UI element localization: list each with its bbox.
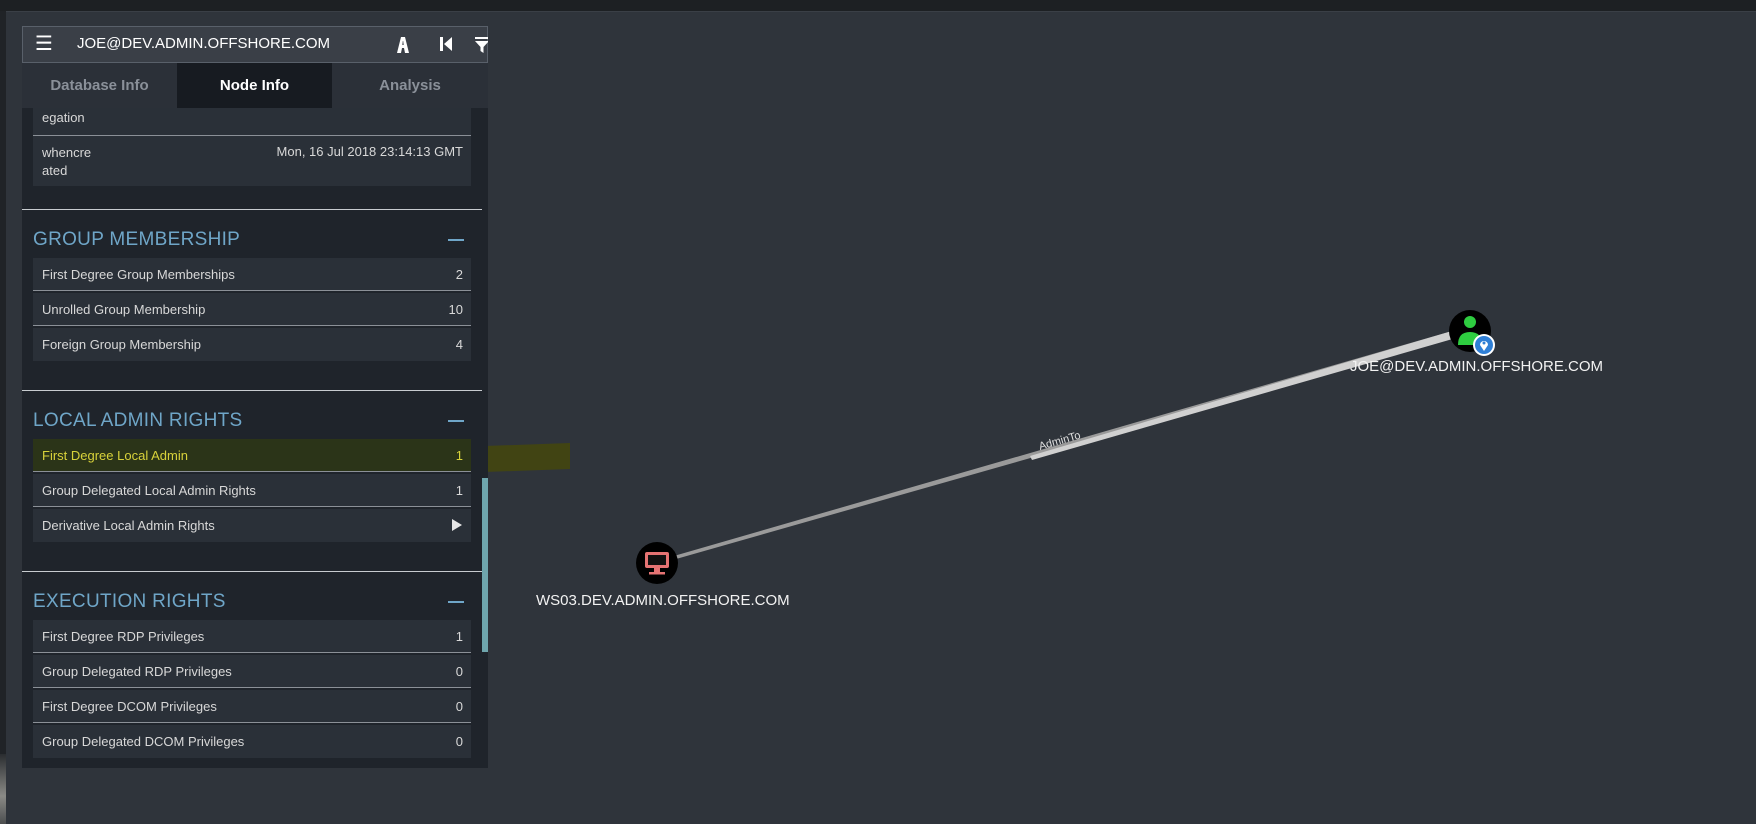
row-label: First Degree RDP Privileges — [42, 629, 205, 644]
computer-node[interactable] — [636, 542, 678, 584]
row-count: 10 — [448, 302, 463, 317]
sidebar-panel: ☰ JOE@DEV.ADMIN.OFFSHORE.COM Database In… — [22, 26, 488, 768]
list-item-first-degree-local-admin[interactable]: First Degree Local Admin 1 — [33, 439, 471, 472]
collapse-icon[interactable] — [448, 239, 464, 241]
scrollbar-track[interactable] — [482, 108, 488, 768]
search-input[interactable]: JOE@DEV.ADMIN.OFFSHORE.COM — [67, 29, 369, 59]
section-divider — [22, 571, 482, 572]
section-title-local-admin-rights: LOCAL ADMIN RIGHTS — [33, 410, 243, 431]
list-item-group-delegated-dcom-privileges[interactable]: Group Delegated DCOM Privileges 0 — [33, 725, 471, 758]
property-key: egation — [42, 110, 85, 125]
collapse-icon[interactable] — [448, 601, 464, 603]
row-count: 1 — [455, 448, 463, 463]
window-top-bar — [0, 0, 1756, 12]
search-bar: ☰ JOE@DEV.ADMIN.OFFSHORE.COM — [22, 26, 488, 63]
desktop-wallpaper — [0, 754, 6, 824]
row-label: Unrolled Group Membership — [42, 302, 206, 317]
user-node[interactable] — [1449, 310, 1495, 356]
row-label: Derivative Local Admin Rights — [42, 518, 215, 533]
row-count: 0 — [455, 699, 463, 714]
node-info-content[interactable]: egation whencreated Mon, 16 Jul 2018 23:… — [22, 108, 482, 768]
row-label: First Degree Group Memberships — [42, 267, 235, 282]
tab-database-info[interactable]: Database Info — [22, 63, 177, 108]
pin-icon — [1473, 334, 1495, 356]
row-label: Group Delegated RDP Privileges — [42, 664, 232, 679]
back-icon[interactable] — [432, 31, 460, 59]
filter-icon[interactable] — [475, 31, 488, 59]
user-icon — [1458, 316, 1482, 345]
row-label: First Degree DCOM Privileges — [42, 699, 217, 714]
section-title-group-membership: GROUP MEMBERSHIP — [33, 229, 241, 250]
row-count: 0 — [455, 734, 463, 749]
collapse-icon[interactable] — [448, 420, 464, 422]
row-label: Group Delegated Local Admin Rights — [42, 483, 256, 498]
desktop-edge — [0, 11, 6, 824]
tab-analysis[interactable]: Analysis — [332, 63, 488, 108]
pathfinding-icon[interactable] — [389, 31, 417, 59]
row-count: 4 — [455, 337, 463, 352]
expand-arrow-icon[interactable] — [452, 519, 462, 531]
list-item-foreign-group-membership[interactable]: Foreign Group Membership 4 — [33, 328, 471, 361]
property-key: whencreated — [42, 145, 92, 178]
list-item-first-degree-group-memberships[interactable]: First Degree Group Memberships 2 — [33, 258, 471, 291]
menu-icon[interactable]: ☰ — [33, 33, 55, 55]
list-item-group-delegated-local-admin-rights[interactable]: Group Delegated Local Admin Rights 1 — [33, 474, 471, 507]
list-item-group-delegated-rdp-privileges[interactable]: Group Delegated RDP Privileges 0 — [33, 655, 471, 688]
section-title-execution-rights: EXECUTION RIGHTS — [33, 591, 226, 612]
row-count: 2 — [455, 267, 463, 282]
list-item-first-degree-rdp-privileges[interactable]: First Degree RDP Privileges 1 — [33, 620, 471, 653]
edge-label: AdminTo — [1038, 430, 1082, 453]
row-label: First Degree Local Admin — [42, 448, 188, 463]
row-count: 1 — [455, 629, 463, 644]
row-count: 1 — [455, 483, 463, 498]
property-value: Mon, 16 Jul 2018 23:14:13 GMT — [276, 144, 463, 159]
section-divider — [22, 390, 482, 391]
property-row: whencreated Mon, 16 Jul 2018 23:14:13 GM… — [33, 136, 471, 186]
row-label: Group Delegated DCOM Privileges — [42, 734, 245, 749]
section-divider — [22, 209, 482, 210]
scrollbar-thumb[interactable] — [482, 478, 488, 652]
tab-node-info[interactable]: Node Info — [177, 63, 332, 108]
list-item-first-degree-dcom-privileges[interactable]: First Degree DCOM Privileges 0 — [33, 690, 471, 723]
tab-bar: Database Info Node Info Analysis — [22, 63, 488, 108]
row-count: 0 — [455, 664, 463, 679]
property-row: egation — [33, 108, 471, 135]
list-item-unrolled-group-membership[interactable]: Unrolled Group Membership 10 — [33, 293, 471, 326]
computer-icon — [645, 552, 669, 575]
row-label: Foreign Group Membership — [42, 337, 201, 352]
list-item-derivative-local-admin-rights[interactable]: Derivative Local Admin Rights — [33, 509, 471, 542]
edge-adminto[interactable] — [660, 331, 1455, 563]
user-node-label: JOE@DEV.ADMIN.OFFSHORE.COM — [1350, 358, 1604, 375]
computer-node-label: WS03.DEV.ADMIN.OFFSHORE.COM — [536, 592, 790, 609]
